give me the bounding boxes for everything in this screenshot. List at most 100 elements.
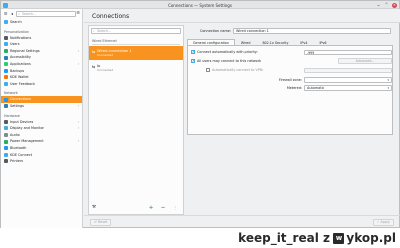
maximize-button[interactable]: ⌃	[384, 3, 389, 8]
connection-item-wired-1[interactable]: ⇆ Wired connection 1 Connected	[89, 46, 183, 60]
reset-label: Reset	[97, 220, 108, 224]
wykop-logo-text: ykop.pl	[346, 231, 396, 245]
all-users-checkbox[interactable]: ✓	[191, 59, 195, 63]
sidebar-item-printers[interactable]: Printers	[1, 158, 82, 165]
sidebar-item-label: Audio	[10, 132, 20, 137]
regional-settings-icon	[4, 49, 8, 54]
sidebar: ☰ ◂ ⌕ Search... ≡ Search Personalization N…	[1, 9, 83, 228]
search-icon	[4, 20, 8, 25]
firewall-zone-label: Firewall zone:	[278, 78, 302, 82]
reset-button[interactable]: ↺ Reset	[90, 219, 112, 226]
accessibility-icon	[4, 55, 8, 60]
connection-editor: Connection name: Wired connection 1 Gene…	[185, 25, 395, 215]
connection-name-label: Connection name:	[199, 29, 231, 33]
sidebar-item-input-devices[interactable]: Input Devices ›	[1, 119, 82, 126]
sidebar-search-input[interactable]: ⌕ Search...	[16, 10, 76, 17]
minimize-button[interactable]: ⌄	[376, 3, 381, 8]
watermark-letter: z	[323, 231, 330, 245]
metered-select[interactable]: Automatic ▾	[304, 85, 392, 91]
hamburger-icon[interactable]: ☰	[3, 11, 8, 16]
notifications-icon	[4, 35, 8, 40]
power-management-icon	[4, 139, 8, 144]
chevron-down-icon: ▾	[387, 78, 389, 82]
chevron-right-icon: ›	[77, 61, 79, 66]
sidebar-item-label: Regional Settings	[10, 48, 40, 53]
more-options-icon[interactable]: ⋮	[172, 205, 178, 211]
sidebar-item-audio[interactable]: Audio	[1, 132, 82, 139]
connections-panel: ⌕ Search... Wired Ethernet ⇆ Wired conne…	[88, 25, 184, 215]
sidebar-item-label: Backups	[10, 68, 25, 73]
sidebar-item-label: Settings	[10, 103, 24, 108]
sidebar-item-connections[interactable]: Connections	[1, 96, 82, 103]
sidebar-item-label: Search	[10, 20, 22, 24]
wykop-logo-icon: w	[333, 232, 345, 244]
sidebar-list: Search Personalization Notifications Users R…	[1, 19, 82, 165]
audio-icon	[4, 133, 8, 138]
network-wired-icon: ⇆	[91, 64, 96, 69]
sidebar-item-label: Input Devices	[10, 119, 34, 124]
sidebar-item-user-feedback[interactable]: User Feedback	[1, 81, 82, 88]
sidebar-item-users[interactable]: Users	[1, 41, 82, 48]
remove-connection-button[interactable]: −	[160, 205, 166, 211]
advanced-button[interactable]: Advanced...	[338, 58, 392, 64]
sidebar-item-label: Notifications	[10, 35, 32, 40]
connection-name-field[interactable]: Wired connection 1	[233, 28, 391, 34]
watermark-strip: keep_it_real z w ykop.pl	[0, 228, 400, 248]
user-feedback-icon	[4, 82, 8, 87]
kde-wallet-icon	[4, 75, 8, 80]
page-title: Connections	[92, 13, 130, 20]
users-icon	[4, 42, 8, 47]
connections-icon	[4, 97, 8, 102]
tools-icon[interactable]: ⚒	[91, 205, 97, 211]
sidebar-item-search[interactable]: Search	[1, 19, 82, 26]
priority-field[interactable]: -999	[304, 49, 392, 55]
sidebar-item-accessibility[interactable]: Accessibility	[1, 54, 82, 61]
connection-status: Connected	[97, 53, 114, 57]
search-icon: ⌕	[93, 29, 95, 33]
sidebar-item-display-and-monitor[interactable]: Display and Monitor ›	[1, 125, 82, 132]
sidebar-item-settings[interactable]: Settings ›	[1, 103, 82, 110]
footer-bar: ↺ Reset ✓ Apply	[84, 215, 400, 228]
auto-vpn-checkbox[interactable]	[206, 68, 210, 72]
back-icon[interactable]: ◂	[10, 11, 15, 16]
connections-search-input[interactable]: ⌕ Search...	[91, 28, 181, 34]
connection-status: Connected	[97, 68, 114, 72]
watermark-user: keep_it_real z	[238, 231, 330, 245]
sidebar-menu-icon[interactable]: ≡	[76, 11, 80, 16]
sidebar-item-regional-settings[interactable]: Regional Settings ›	[1, 48, 82, 55]
backups-icon	[4, 68, 8, 73]
sidebar-item-label: Power Management	[10, 139, 44, 144]
sidebar-item-power-management[interactable]: Power Management ›	[1, 138, 82, 145]
add-connection-button[interactable]: +	[148, 205, 154, 211]
sidebar-item-backups[interactable]: Backups	[1, 68, 82, 75]
sidebar-search-placeholder: Search...	[22, 11, 36, 16]
sidebar-item-label: Applications	[10, 61, 31, 66]
firewall-zone-select[interactable]: ▾	[304, 77, 392, 83]
chevron-right-icon: ›	[77, 139, 79, 144]
sidebar-item-kde-connect[interactable]: KDE Connect	[1, 152, 82, 159]
sidebar-item-applications[interactable]: Applications ›	[1, 61, 82, 68]
sidebar-item-notifications[interactable]: Notifications	[1, 35, 82, 42]
connection-item-lo[interactable]: ⇆ lo Connected	[89, 61, 183, 75]
metered-value: Automatic	[307, 86, 325, 90]
window-title: Connections — System Settings	[168, 2, 232, 8]
sidebar-item-label: Bluetooth	[10, 145, 27, 150]
connection-group-label: Wired Ethernet	[92, 39, 117, 43]
connections-toolbar: ⚒ + − ⋮	[88, 201, 184, 215]
apply-label: Apply	[380, 220, 390, 224]
apply-button[interactable]: ✓ Apply	[372, 219, 394, 226]
kde-connect-icon	[4, 152, 8, 157]
auto-connect-checkbox[interactable]: ✓	[191, 50, 195, 54]
network-wired-icon: ⇆	[91, 49, 96, 54]
sidebar-item-label: Accessibility	[10, 55, 31, 60]
all-users-label: All users may connect to this network	[197, 59, 262, 63]
close-button[interactable]: ✕	[392, 2, 397, 8]
printers-icon	[4, 159, 8, 164]
general-configuration-pane: ✓ Connect automatically with priority: -…	[187, 45, 393, 135]
connection-name: Wired connection 1	[97, 48, 132, 53]
sidebar-item-bluetooth[interactable]: Bluetooth	[1, 145, 82, 152]
vpn-select[interactable]	[304, 67, 392, 73]
sidebar-item-kde-wallet[interactable]: KDE Wallet	[1, 74, 82, 81]
sidebar-item-label: Connections	[10, 97, 31, 102]
window-titlebar[interactable]: Connections — System Settings ⌄ ⌃ ✕	[1, 1, 399, 9]
